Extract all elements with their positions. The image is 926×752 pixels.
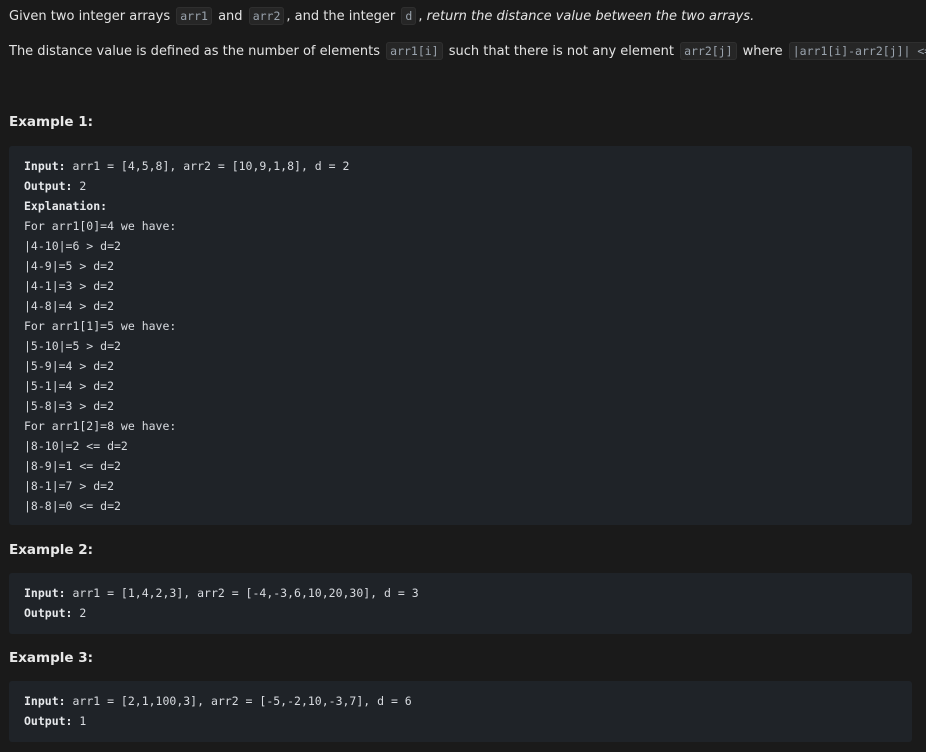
explanation-line: |5-1|=4 > d=2 bbox=[24, 379, 115, 393]
explanation-line: |4-9|=5 > d=2 bbox=[24, 259, 115, 273]
input-label: Input: bbox=[24, 159, 66, 173]
explanation-line: For arr1[2]=8 we have: bbox=[24, 419, 177, 433]
explanation-line: For arr1[1]=5 we have: bbox=[24, 319, 177, 333]
problem-statement-line-2: The distance value is defined as the num… bbox=[9, 42, 926, 60]
statement-emphasis: return the distance value between the tw… bbox=[426, 9, 755, 24]
output-label: Output: bbox=[24, 606, 73, 620]
explanation-line: |4-1|=3 > d=2 bbox=[24, 279, 115, 293]
inline-code-condition: |arr1[i]-arr2[j]| <= d bbox=[788, 42, 926, 60]
inline-code-arr1-i: arr1[i] bbox=[386, 42, 443, 60]
example-1-code-block: Input: arr1 = [4,5,8], arr2 = [10,9,1,8]… bbox=[9, 146, 912, 525]
statement-text: , and the integer bbox=[286, 9, 396, 24]
explanation-line: |8-1|=7 > d=2 bbox=[24, 479, 115, 493]
statement-text: such that there is not any element bbox=[448, 44, 674, 59]
example-1-heading: Example 1: bbox=[9, 114, 94, 130]
output-label: Output: bbox=[24, 714, 73, 728]
example-explanation-row: Explanation: bbox=[24, 196, 897, 216]
output-label: Output: bbox=[24, 179, 73, 193]
example-input-row: Input: arr1 = [1,4,2,3], arr2 = [-4,-3,6… bbox=[24, 583, 897, 603]
problem-statement-line-1: Given two integer arrays arr1 and arr2, … bbox=[9, 7, 755, 25]
inline-code-arr1: arr1 bbox=[176, 7, 212, 25]
statement-text: The distance value is defined as the num… bbox=[9, 44, 380, 59]
example-input-row: Input: arr1 = [4,5,8], arr2 = [10,9,1,8]… bbox=[24, 156, 897, 176]
explanation-line: |4-8|=4 > d=2 bbox=[24, 299, 115, 313]
inline-code-d: d bbox=[401, 7, 417, 25]
example-2-code-block: Input: arr1 = [1,4,2,3], arr2 = [-4,-3,6… bbox=[9, 573, 912, 634]
input-value: arr1 = [4,5,8], arr2 = [10,9,1,8], d = 2 bbox=[65, 159, 350, 173]
explanation-line: |5-8|=3 > d=2 bbox=[24, 399, 115, 413]
example-output-row: Output: 1 bbox=[24, 711, 897, 731]
example-3-heading: Example 3: bbox=[9, 650, 94, 666]
output-value: 1 bbox=[72, 714, 87, 728]
inline-code-arr2: arr2 bbox=[248, 7, 285, 25]
example-2-heading: Example 2: bbox=[9, 542, 94, 558]
output-value: 2 bbox=[72, 179, 87, 193]
input-value: arr1 = [2,1,100,3], arr2 = [-5,-2,10,-3,… bbox=[65, 694, 412, 708]
input-label: Input: bbox=[24, 694, 66, 708]
explanation-line: For arr1[0]=4 we have: bbox=[24, 219, 177, 233]
example-3-code-block: Input: arr1 = [2,1,100,3], arr2 = [-5,-2… bbox=[9, 681, 912, 742]
output-value: 2 bbox=[72, 606, 87, 620]
explanation-label: Explanation: bbox=[24, 199, 108, 213]
statement-text: where bbox=[742, 44, 783, 59]
explanation-line: |5-9|=4 > d=2 bbox=[24, 359, 115, 373]
explanation-line: |8-8|=0 <= d=2 bbox=[24, 499, 121, 513]
example-input-row: Input: arr1 = [2,1,100,3], arr2 = [-5,-2… bbox=[24, 691, 897, 711]
explanation-line: |8-10|=2 <= d=2 bbox=[24, 439, 128, 453]
inline-code-arr2-j: arr2[j] bbox=[680, 42, 737, 60]
explanation-line: |5-10|=5 > d=2 bbox=[24, 339, 121, 353]
input-value: arr1 = [1,4,2,3], arr2 = [-4,-3,6,10,20,… bbox=[65, 586, 419, 600]
example-output-row: Output: 2 bbox=[24, 603, 897, 623]
statement-text: Given two integer arrays bbox=[9, 9, 171, 24]
statement-text: and bbox=[218, 9, 243, 24]
example-output-row: Output: 2 bbox=[24, 176, 897, 196]
statement-text: , bbox=[418, 9, 423, 24]
input-label: Input: bbox=[24, 586, 66, 600]
explanation-line: |8-9|=1 <= d=2 bbox=[24, 459, 121, 473]
explanation-line: |4-10|=6 > d=2 bbox=[24, 239, 121, 253]
